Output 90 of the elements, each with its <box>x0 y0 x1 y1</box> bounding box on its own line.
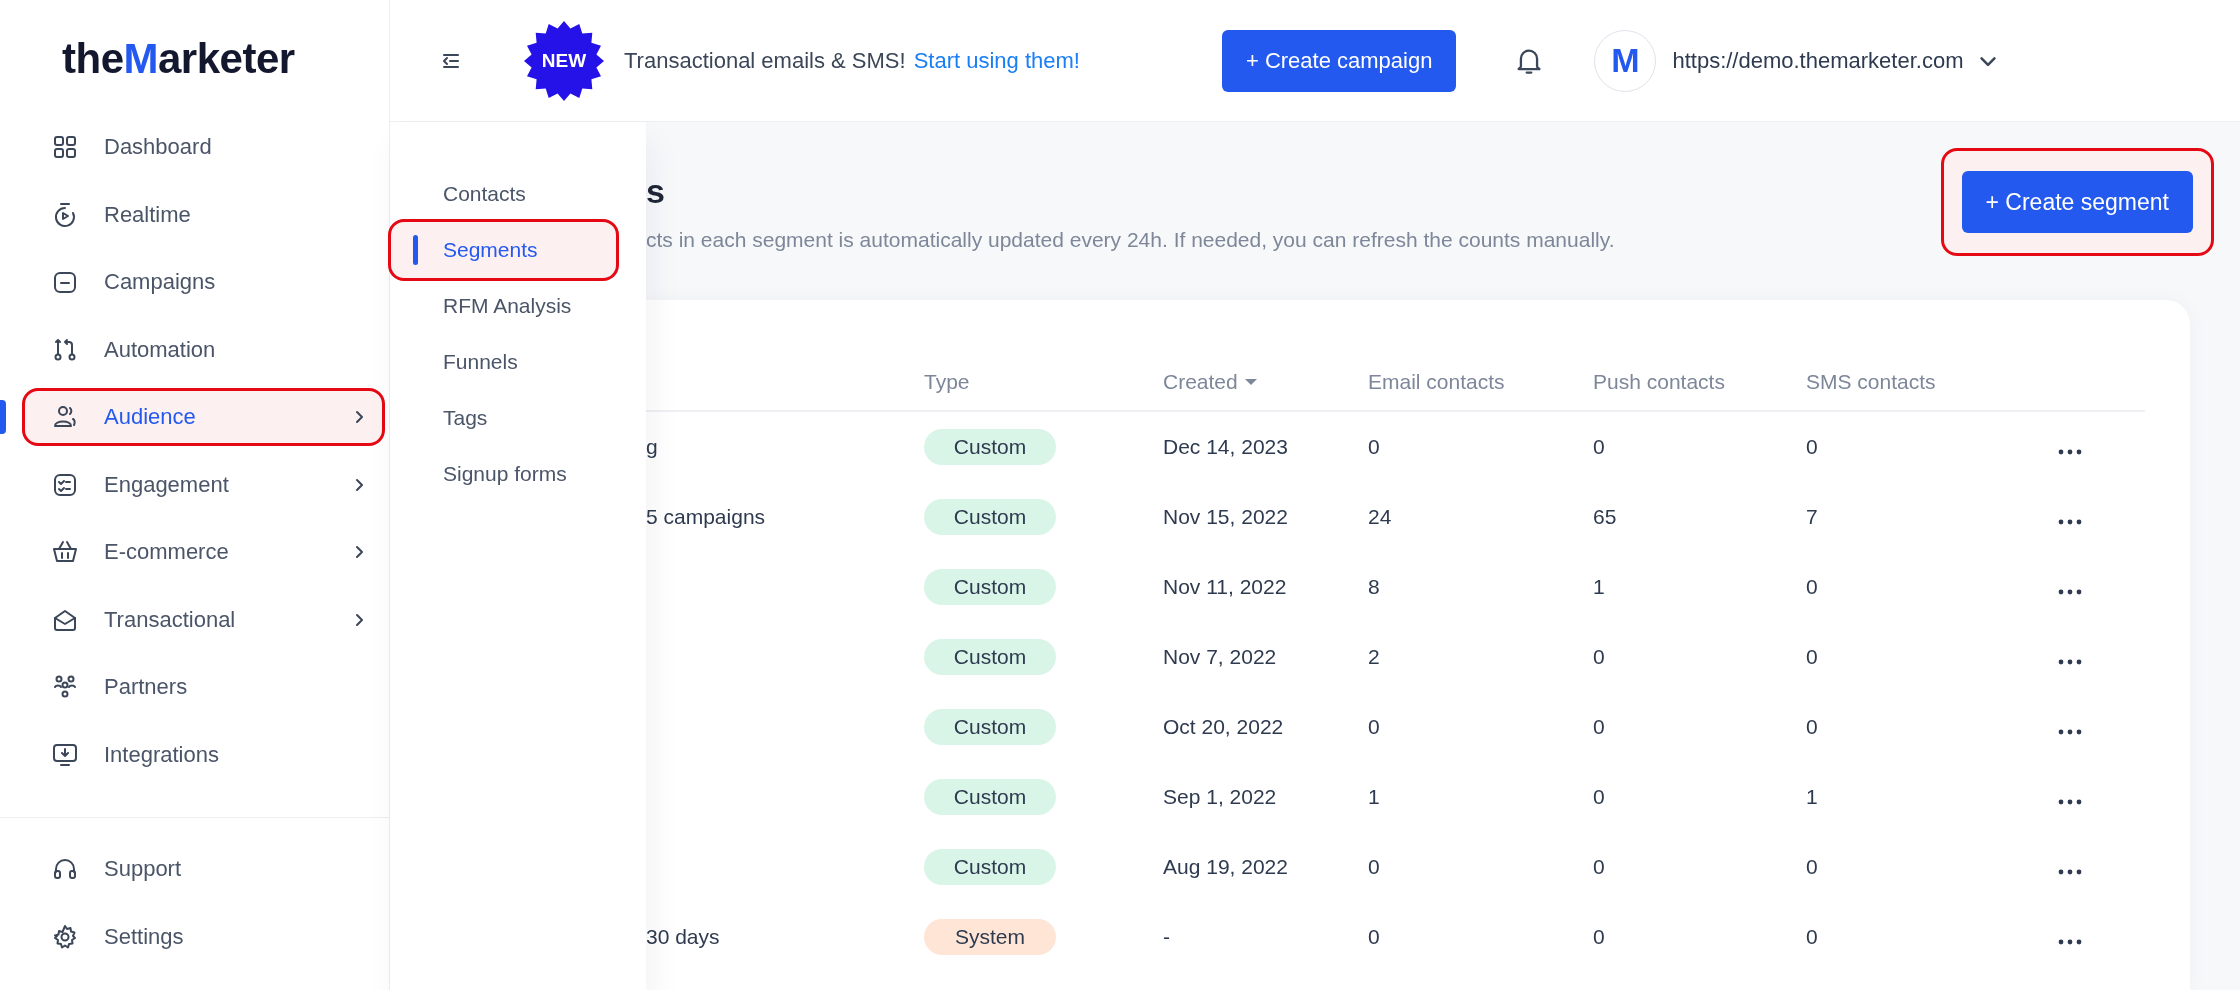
column-header[interactable]: Push contacts <box>1593 370 1806 410</box>
type-tag: Custom <box>924 849 1056 885</box>
table-cell-text: 0 <box>1593 785 1606 809</box>
nav-item[interactable]: Engagement <box>22 455 385 514</box>
page-description: cts in each segment is automatically updated every 24h. If needed, you can refresh the counts manually. <box>646 228 1615 252</box>
column-header[interactable]: SMS contacts <box>1806 370 2058 410</box>
table-cell-text: Nov 7, 2022 <box>1163 645 1278 669</box>
segment-name: 5 campaigns <box>646 505 767 529</box>
nav-item[interactable]: Realtime <box>22 185 385 244</box>
settings-icon <box>52 923 78 950</box>
table-cell-text: Dec 14, 2023 <box>1163 435 1289 459</box>
nav-item[interactable]: Audience <box>22 388 385 446</box>
monitor-download-icon <box>52 741 78 768</box>
type-tag: Custom <box>924 639 1056 675</box>
more-options-icon[interactable] <box>2058 939 2082 945</box>
nav-item[interactable]: Integrations <box>22 725 385 784</box>
table-cell-text: 7 <box>1806 505 1819 529</box>
table-cell-text: 0 <box>1806 925 1819 949</box>
table-cell-text: 1 <box>1806 785 1819 809</box>
table-cell-text: 2 <box>1368 645 1381 669</box>
active-indicator <box>413 235 418 265</box>
page-title: s <box>646 172 666 212</box>
nav-item[interactable]: Automation <box>22 320 385 379</box>
nav-item[interactable]: Settings <box>22 907 385 966</box>
users-icon <box>52 404 78 430</box>
table-cell-text: 0 <box>1593 645 1606 669</box>
nav-item[interactable]: Partners <box>22 658 385 716</box>
table-cell-text: 0 <box>1368 435 1381 459</box>
table-cell-text: - <box>1163 925 1171 949</box>
folder-icon <box>52 269 78 295</box>
new-badge: NEW <box>524 20 604 101</box>
more-options-icon[interactable] <box>2058 869 2082 875</box>
column-header[interactable]: Email contacts <box>1368 370 1593 410</box>
more-options-icon[interactable] <box>2058 799 2082 805</box>
nav-item[interactable]: Dashboard <box>22 118 385 176</box>
table-cell-text: 0 <box>1593 925 1606 949</box>
segment-name: g <box>646 435 659 459</box>
nav-item[interactable]: Support <box>22 840 385 898</box>
table-cell-text: 0 <box>1368 715 1381 739</box>
table-cell-text: 0 <box>1368 855 1381 879</box>
more-options-icon[interactable] <box>2058 659 2082 665</box>
nav-item[interactable]: Transactional <box>22 590 385 649</box>
table-cell-text: Oct 20, 2022 <box>1163 715 1285 739</box>
more-options-icon[interactable] <box>2058 449 2082 455</box>
table-cell-text: Nov 15, 2022 <box>1163 505 1289 529</box>
table-cell-text: 1 <box>1593 575 1606 599</box>
nav-item[interactable]: Campaigns <box>22 253 385 311</box>
table-cell-text: 0 <box>1593 435 1606 459</box>
create-campaign-button[interactable]: + Create campaign <box>1221 29 1457 92</box>
table-cell-text: 0 <box>1806 645 1819 669</box>
announcement-text: Transactional emails & SMS! <box>624 47 906 74</box>
submenu-item[interactable]: Segments <box>388 219 619 281</box>
table-cell-text: Aug 19, 2022 <box>1163 855 1289 879</box>
segment-name: 30 days <box>646 925 721 949</box>
type-tag: Custom <box>924 499 1056 535</box>
create-segment-button[interactable]: + Create segment <box>1961 171 2193 233</box>
table-cell-text: 0 <box>1806 715 1819 739</box>
more-options-icon[interactable] <box>2058 589 2082 595</box>
table-cell-text: 1 <box>1368 785 1381 809</box>
type-tag: System <box>924 919 1056 955</box>
headset-icon <box>52 856 78 882</box>
account-url[interactable]: https://demo.themarketer.com <box>1672 47 1964 74</box>
table-cell-text: Nov 11, 2022 <box>1163 575 1288 599</box>
flow-icon <box>52 336 78 363</box>
type-tag: Custom <box>924 429 1056 465</box>
nav-item[interactable]: E-commerce <box>22 523 385 581</box>
more-options-icon[interactable] <box>2058 519 2082 525</box>
column-header[interactable]: Type <box>924 370 1163 410</box>
grid-icon <box>52 134 78 160</box>
table-cell-text: Sep 1, 2022 <box>1163 785 1278 809</box>
checklist-icon <box>52 471 78 498</box>
people-icon <box>52 674 78 700</box>
logo[interactable]: theMarketer <box>62 35 295 83</box>
table-cell-text: 0 <box>1806 855 1819 879</box>
column-header[interactable]: Created <box>1163 370 1368 410</box>
table-cell-text: 0 <box>1806 575 1819 599</box>
stopwatch-icon <box>52 201 78 228</box>
table-cell-text: 65 <box>1593 505 1618 529</box>
table-cell-text: 0 <box>1806 435 1819 459</box>
more-options-icon[interactable] <box>2058 729 2082 735</box>
type-tag: Custom <box>924 569 1056 605</box>
table-cell-text: 24 <box>1368 505 1393 529</box>
table-cell-text: 0 <box>1593 855 1606 879</box>
type-tag: Custom <box>924 709 1056 745</box>
announcement-link[interactable]: Start using them! <box>913 47 1080 74</box>
type-tag: Custom <box>924 779 1056 815</box>
table-cell-text: 0 <box>1593 715 1606 739</box>
basket-icon <box>52 539 78 565</box>
table-cell-text: 8 <box>1368 575 1381 599</box>
table-cell-text: 0 <box>1368 925 1381 949</box>
